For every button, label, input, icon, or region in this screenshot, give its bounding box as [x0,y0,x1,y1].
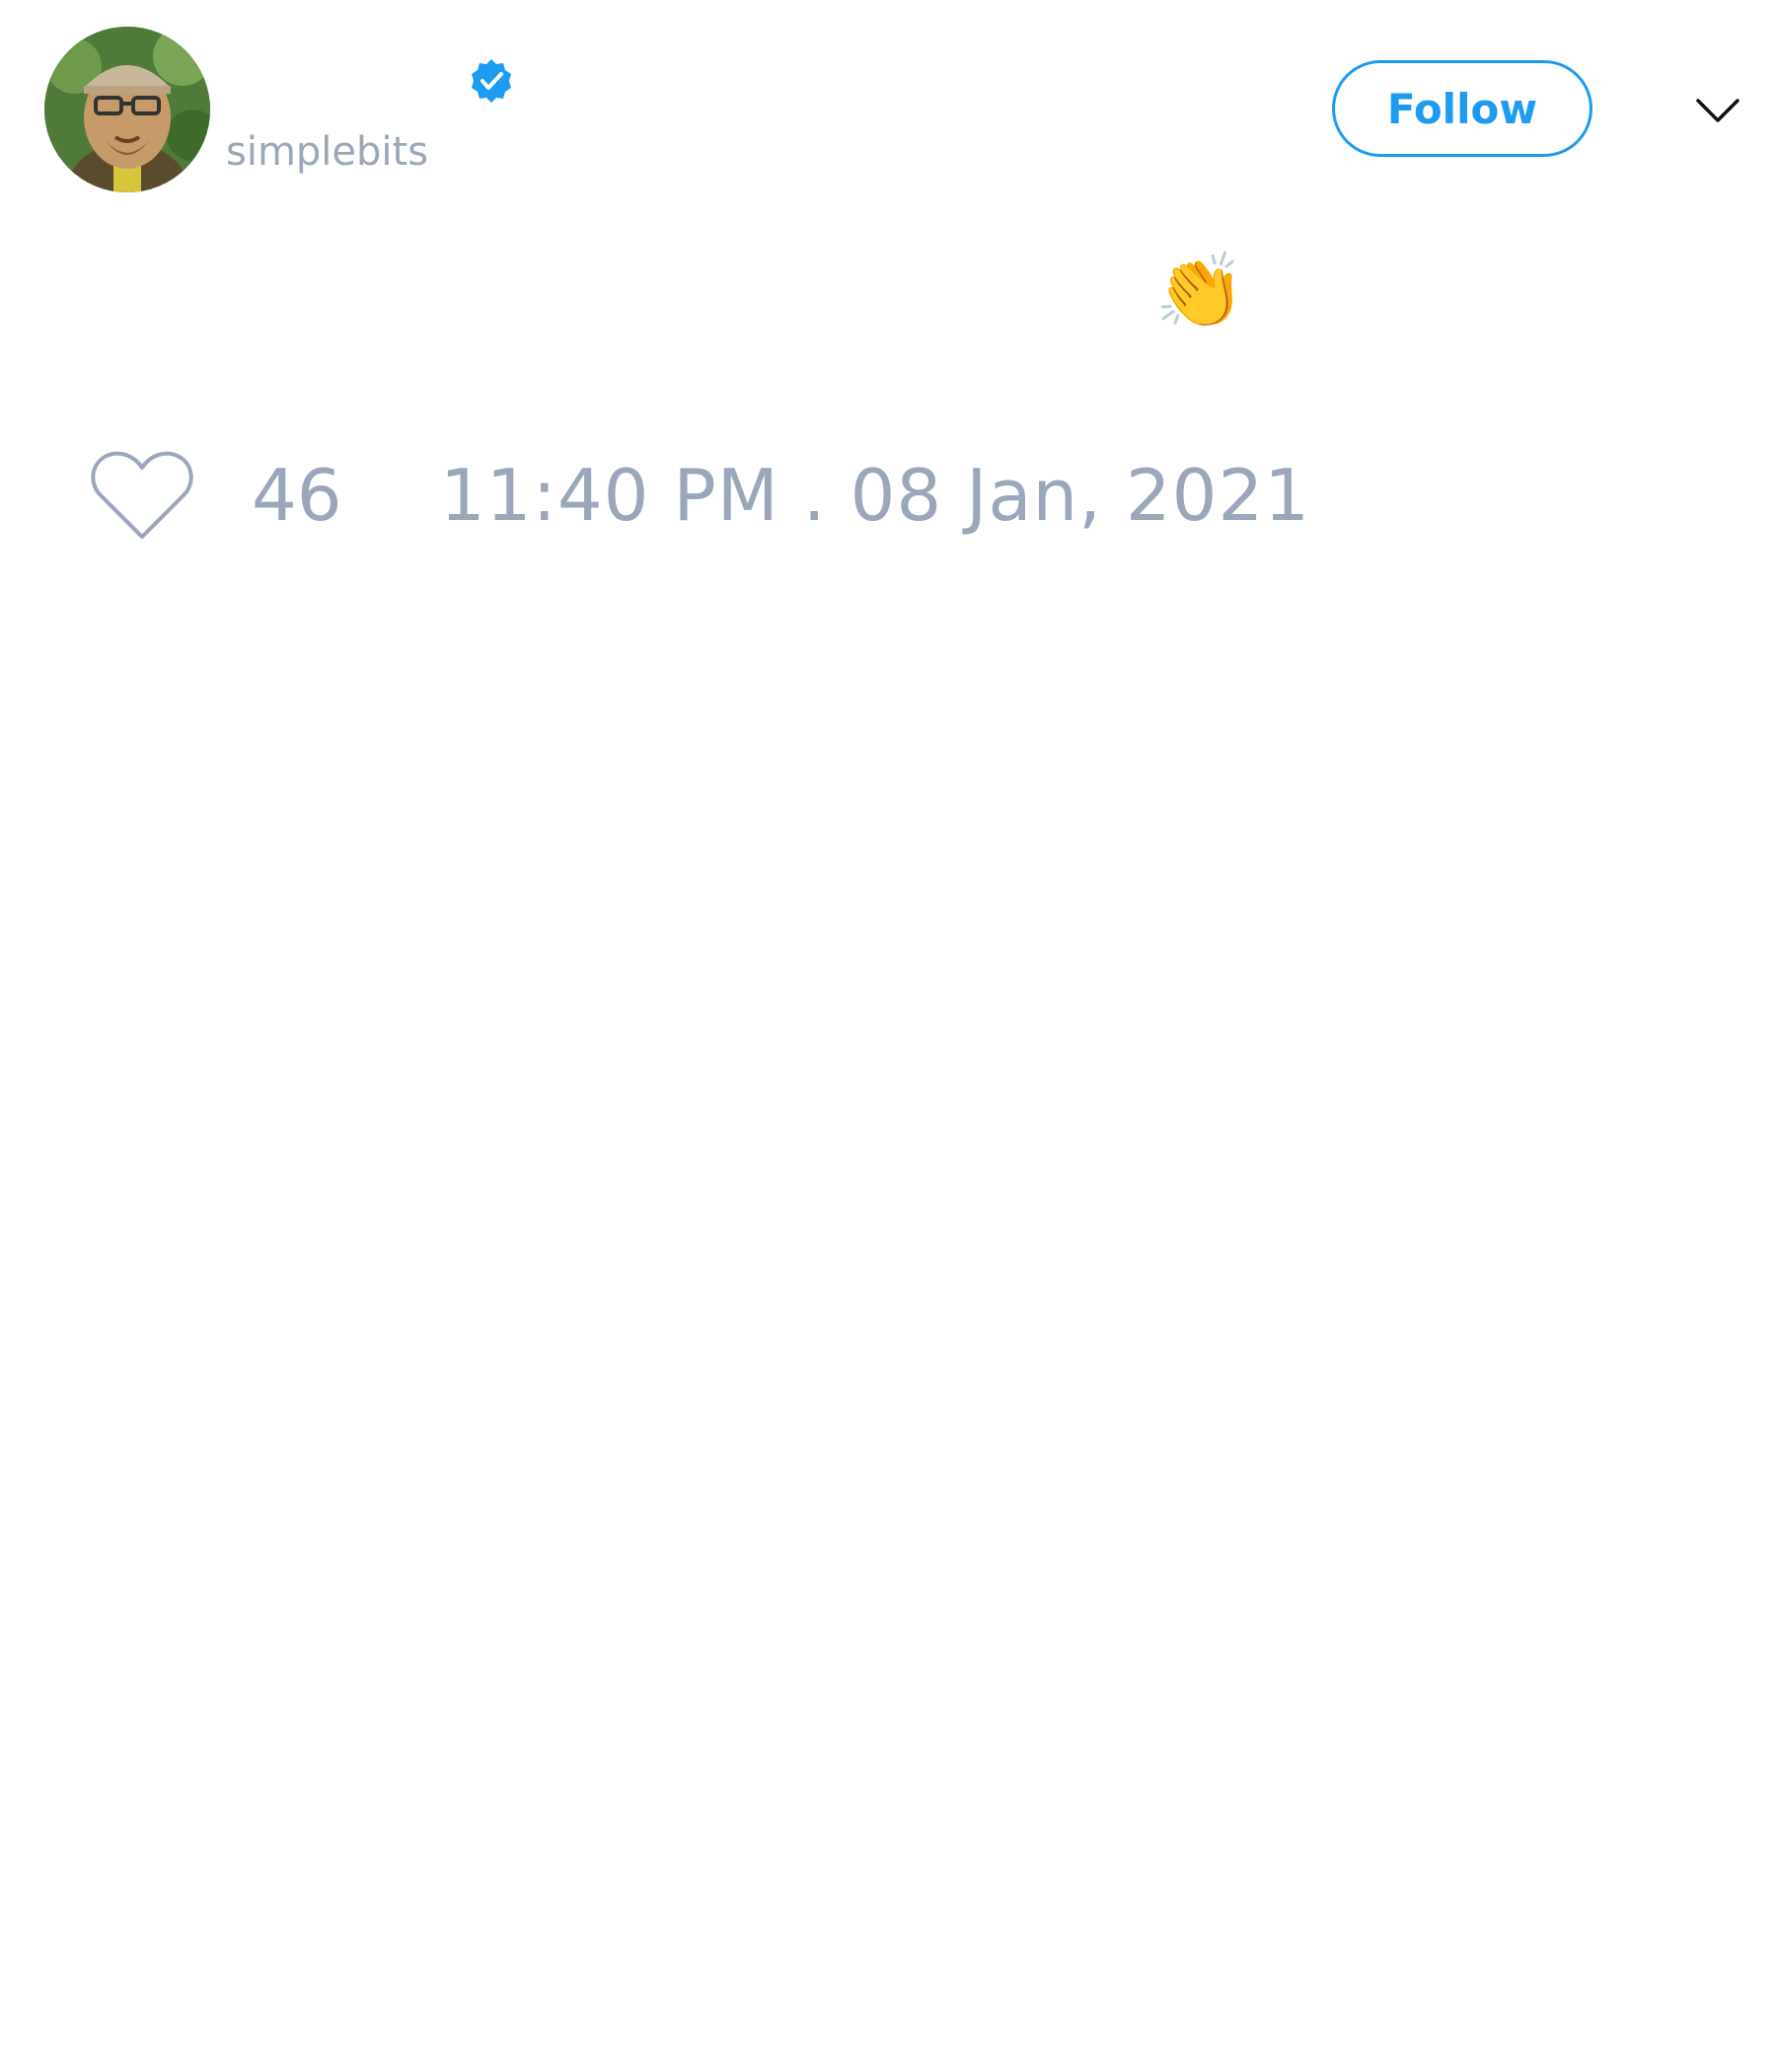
chevron-down-icon[interactable] [1694,91,1741,130]
author-handle[interactable]: simplebits [226,124,428,180]
heart-icon[interactable] [89,448,195,543]
avatar-photo [44,27,210,192]
like-count: 46 [252,454,342,537]
tweet-card: simplebits Follow 👏 46 11:40 PM . 08 Jan… [0,0,1776,2072]
tweet-text: 👏 [1154,249,1246,333]
follow-button[interactable]: Follow [1332,60,1592,157]
verified-badge-icon [472,59,511,103]
tweet-timestamp[interactable]: 11:40 PM . 08 Jan, 2021 [440,454,1310,537]
avatar[interactable] [44,27,210,192]
